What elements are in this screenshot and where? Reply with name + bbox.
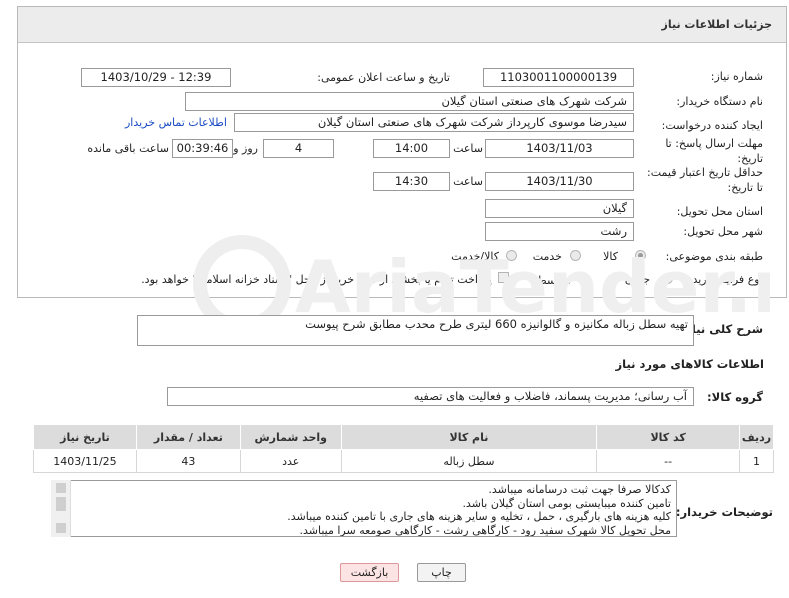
validity-time-field[interactable]: 14:30 (373, 172, 450, 191)
note-line: محل تحویل کالا شهرک سفید رود - کارگاهی ر… (299, 523, 672, 537)
category-radio-service[interactable] (570, 250, 581, 261)
treasury-text: پرداخت تمام یا بخشی از مبلغ خرید،از محل … (141, 273, 492, 286)
buyer-notes-textarea[interactable]: کدکالا صرفا جهت ثبت درسامانه میباشد. تام… (51, 480, 677, 537)
purchase-radio-partial[interactable] (662, 273, 673, 284)
col-date: تاریخ نیاز (33, 424, 137, 450)
remaining-time-field[interactable]: 00:39:46 (172, 139, 233, 158)
goods-table: تاریخ نیاز تعداد / مقدار واحد شمارش نام … (33, 424, 775, 473)
goods-section-title: اطلاعات کالاهای مورد نیاز (615, 357, 764, 371)
days-field[interactable]: 4 (263, 139, 334, 158)
panel-title: جزئیات اطلاعات نیاز (661, 18, 773, 31)
goods-group-field[interactable]: آب رسانی؛ مدیریت پسماند، فاضلاب و فعالیت… (167, 387, 694, 406)
announce-datetime-field[interactable]: 1403/10/29 - 12:39 (81, 68, 231, 87)
need-number-field[interactable]: 1103001100000139 (483, 68, 634, 87)
remaining-label: ساعت باقی مانده (87, 142, 169, 155)
col-code: کد کالا (596, 424, 740, 450)
requester-label: ایجاد کننده درخواست: (661, 119, 763, 132)
cell-code: -- (596, 449, 740, 473)
panel-header: جزئیات اطلاعات نیاز (18, 7, 786, 43)
scroll-up-icon[interactable] (56, 483, 66, 493)
note-line: تامین کننده میبایستی بومی استان گیلان با… (462, 496, 671, 510)
purchase-option-partial: جزیی (624, 273, 650, 286)
col-row: ردیف (738, 424, 775, 450)
city-field[interactable]: رشت (485, 222, 634, 241)
cell-date: 1403/11/25 (33, 449, 137, 473)
buyer-contact-link[interactable]: اطلاعات تماس خریدار (125, 116, 227, 129)
buyer-org-field[interactable]: شرکت شهرک های صنعتی استان گیلان (185, 92, 634, 111)
city-label: شهر محل تحویل: (683, 225, 763, 238)
category-option-goods-service: کالا/خدمت (451, 250, 499, 263)
purchase-option-medium: متوسط (536, 274, 571, 287)
buyer-org-label: نام دستگاه خریدار: (676, 95, 763, 108)
table-header-row: تاریخ نیاز تعداد / مقدار واحد شمارش نام … (33, 424, 775, 450)
cell-name: سطل زباله (340, 449, 598, 473)
goods-group-label: گروه کالا: (707, 390, 763, 404)
scroll-down-icon[interactable] (56, 523, 66, 533)
summary-textarea[interactable]: تهیه سطل زباله مکانیزه و گالوانیزه 660 ل… (137, 315, 694, 346)
table-row: 1403/11/25 43 عدد سطل زباله -- 1 (33, 449, 775, 473)
deadline-label: مهلت ارسال پاسخ: تا تاریخ: (665, 137, 763, 165)
note-line: کلیه هزینه های بارگیری ، حمل ، تخلیه و س… (287, 510, 671, 523)
notes-scrollbar[interactable] (51, 480, 71, 537)
category-label: طبقه بندی موضوعی: (665, 250, 763, 263)
requester-field[interactable]: سیدرضا موسوی کارپرداز شرکت شهرک های صنعت… (234, 113, 634, 132)
purchase-type-label: نوع فرآیند خرید : (685, 273, 763, 286)
category-radio-goods[interactable] (635, 250, 646, 261)
col-name: نام کالا (340, 424, 598, 450)
scroll-thumb[interactable] (56, 497, 66, 511)
back-button[interactable]: بازگشت (340, 563, 399, 582)
col-unit: واحد شمارش (239, 424, 342, 450)
note-line: کدکالا صرفا جهت ثبت درسامانه میباشد. (488, 483, 671, 496)
validity-label: حداقل تاریخ اعتبار قیمت: تا تاریخ: (647, 166, 763, 194)
category-option-service: خدمت (532, 250, 562, 263)
buyer-notes-label: توضیحات خریدار: (675, 505, 773, 519)
days-label: روز و (233, 142, 258, 155)
treasury-checkbox[interactable] (498, 272, 509, 283)
col-qty: تعداد / مقدار (135, 424, 241, 450)
print-button[interactable]: چاپ (417, 563, 466, 582)
category-option-goods: کالا (603, 250, 618, 263)
validity-date-field[interactable]: 1403/11/30 (485, 172, 634, 191)
province-label: استان محل تحویل: (676, 205, 763, 218)
deadline-date-field[interactable]: 1403/11/03 (485, 139, 634, 158)
purchase-radio-medium[interactable] (577, 273, 588, 284)
validity-time-label: ساعت (453, 175, 483, 188)
province-field[interactable]: گیلان (485, 199, 634, 218)
cell-qty: 43 (135, 449, 241, 473)
announce-label: تاریخ و ساعت اعلان عمومی: (317, 71, 450, 84)
deadline-time-label: ساعت (453, 142, 483, 155)
category-radio-goods-service[interactable] (506, 250, 517, 261)
cell-row: 1 (738, 449, 775, 473)
need-number-label: شماره نیاز: (710, 70, 763, 83)
deadline-time-field[interactable]: 14:00 (373, 139, 450, 158)
cell-unit: عدد (239, 449, 342, 473)
